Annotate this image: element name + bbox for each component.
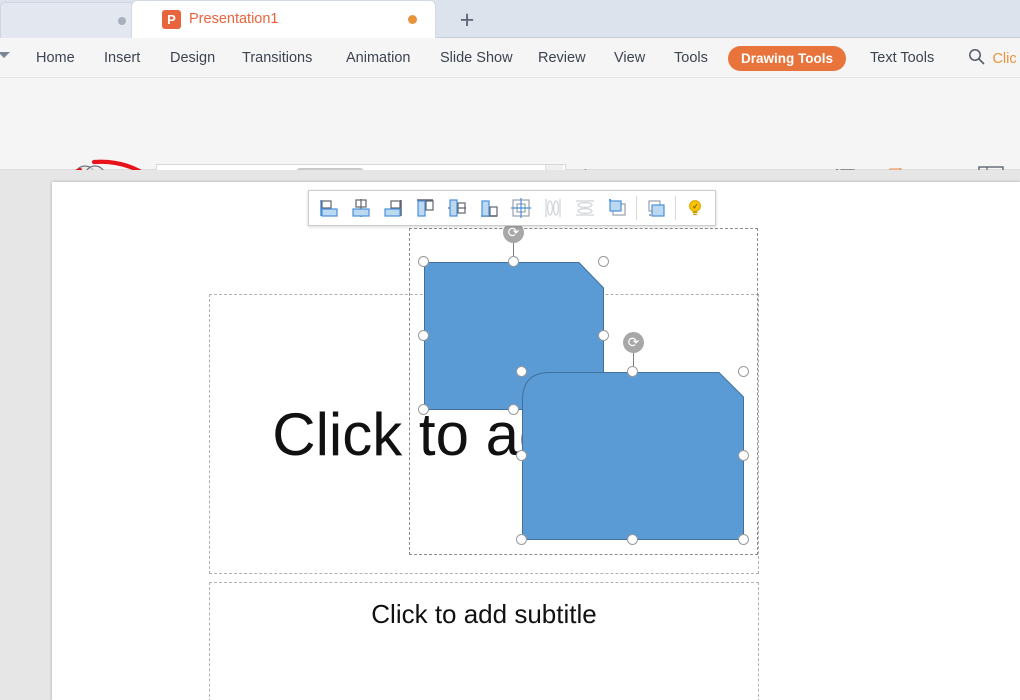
resize-handle-se-2[interactable] bbox=[738, 534, 749, 545]
ribbon-tab-bar: Home Insert Design Transitions Animation… bbox=[0, 38, 1020, 78]
new-tab-button[interactable]: + bbox=[443, 5, 491, 37]
search-placeholder: Clic bbox=[992, 51, 1017, 67]
resize-handle-e-2[interactable] bbox=[738, 450, 749, 461]
rotation-handle-2[interactable]: ⟳ bbox=[623, 332, 644, 353]
tab-home[interactable]: Home bbox=[36, 38, 75, 78]
resize-handle-nw-1[interactable] bbox=[418, 256, 429, 267]
resize-handle-s-2[interactable] bbox=[627, 534, 638, 545]
slide-workspace: Click to add title Click to add subtitle… bbox=[0, 170, 1020, 700]
send-to-back-icon[interactable] bbox=[640, 192, 672, 224]
align-middle-vertical-icon[interactable] bbox=[441, 192, 473, 224]
slide-canvas[interactable]: Click to add title Click to add subtitle… bbox=[52, 182, 1020, 700]
resize-handle-n-2[interactable] bbox=[627, 366, 638, 377]
active-document-tab[interactable]: P Presentation1 bbox=[131, 0, 436, 38]
tab-view[interactable]: View bbox=[614, 38, 645, 78]
align-top-icon[interactable] bbox=[409, 192, 441, 224]
unsaved-changes-dot-icon bbox=[408, 15, 417, 24]
align-right-icon[interactable] bbox=[377, 192, 409, 224]
search-icon bbox=[968, 48, 985, 70]
tab-drawing-tools[interactable]: Drawing Tools bbox=[728, 46, 847, 71]
ribbon-toolbar: ape ox Merge Shapes bbox=[0, 78, 1020, 247]
align-left-icon[interactable] bbox=[313, 192, 345, 224]
app-window: P Presentation1 + Home Insert Design Tra… bbox=[0, 0, 1020, 700]
presentation-file-icon: P bbox=[162, 10, 181, 29]
tab-animation[interactable]: Animation bbox=[346, 38, 410, 78]
tab-transitions[interactable]: Transitions bbox=[242, 38, 312, 78]
resize-handle-n-1[interactable] bbox=[508, 256, 519, 267]
align-bottom-icon[interactable] bbox=[473, 192, 505, 224]
align-to-slide-icon[interactable] bbox=[505, 192, 537, 224]
bring-to-front-icon[interactable] bbox=[601, 192, 633, 224]
tab-tools[interactable]: Tools bbox=[674, 38, 708, 78]
resize-handle-ne-2[interactable] bbox=[738, 366, 749, 377]
resize-handle-s-1[interactable] bbox=[508, 404, 519, 415]
snip-corner-rectangle-2[interactable] bbox=[522, 372, 744, 540]
inactive-document-tab[interactable] bbox=[0, 2, 140, 38]
subtitle-placeholder-text[interactable]: Click to add subtitle bbox=[209, 582, 759, 646]
ribbon-collapse-caret-icon[interactable] bbox=[0, 52, 10, 58]
document-tab-bar: P Presentation1 + bbox=[0, 0, 1020, 38]
align-center-horizontal-icon[interactable] bbox=[345, 192, 377, 224]
toolbar-separator bbox=[636, 196, 637, 220]
tab-dot-icon bbox=[118, 17, 126, 25]
active-tab-title: Presentation1 bbox=[189, 11, 279, 27]
search-box[interactable]: Clic bbox=[968, 48, 1017, 70]
resize-handle-nw-2[interactable] bbox=[516, 366, 527, 377]
resize-handle-ne-1[interactable] bbox=[598, 256, 609, 267]
smart-suggestion-icon[interactable] bbox=[679, 192, 711, 224]
floating-align-toolbar bbox=[308, 190, 716, 226]
tab-design[interactable]: Design bbox=[170, 38, 215, 78]
resize-handle-e-1[interactable] bbox=[598, 330, 609, 341]
resize-handle-w-2[interactable] bbox=[516, 450, 527, 461]
toolbar-separator bbox=[675, 196, 676, 220]
resize-handle-w-1[interactable] bbox=[418, 330, 429, 341]
resize-handle-sw-1[interactable] bbox=[418, 404, 429, 415]
resize-handle-sw-2[interactable] bbox=[516, 534, 527, 545]
tab-text-tools[interactable]: Text Tools bbox=[870, 38, 934, 78]
tab-slide-show[interactable]: Slide Show bbox=[440, 38, 513, 78]
distribute-vertically-icon[interactable] bbox=[569, 192, 601, 224]
tab-review[interactable]: Review bbox=[538, 38, 586, 78]
distribute-horizontally-icon[interactable] bbox=[537, 192, 569, 224]
tab-insert[interactable]: Insert bbox=[104, 38, 140, 78]
